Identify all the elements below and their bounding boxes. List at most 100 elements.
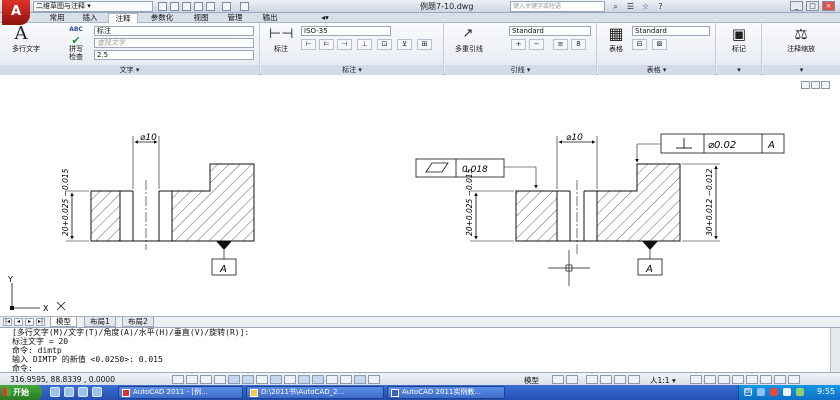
application-menu-button[interactable]: A <box>2 0 30 25</box>
left-part-view[interactable] <box>66 136 255 276</box>
multileader-label[interactable]: 多重引线 <box>445 45 493 53</box>
command-scrollbar[interactable] <box>830 328 840 373</box>
viewport-restore-button[interactable] <box>811 81 820 89</box>
polar-tracking-toggle[interactable] <box>228 375 240 384</box>
quicklaunch-explorer-icon[interactable] <box>64 387 74 397</box>
tolerance-icon[interactable]: ⊞ <box>417 39 432 50</box>
annotation-scale-icon[interactable]: ⚖ <box>787 25 815 43</box>
dynamic-ucs-toggle[interactable] <box>284 375 296 384</box>
annotation-scale-label[interactable]: 注释缩放 <box>765 45 837 53</box>
favorites-icon[interactable]: ☆ <box>640 1 651 12</box>
collect-leader-icon[interactable]: 8 <box>571 39 586 50</box>
volume-icon[interactable] <box>783 388 791 396</box>
tab-insert[interactable]: 插入 <box>75 13 105 23</box>
ribbon-minimize-icon[interactable]: ◂▾ <box>316 13 334 23</box>
dim-style-select[interactable]: ISO-35 <box>301 26 391 36</box>
tab-layout2[interactable]: 布局2 <box>122 317 154 327</box>
quick-view-layouts-icon[interactable] <box>552 375 564 384</box>
extract-data-icon[interactable]: ⊟ <box>632 39 647 50</box>
maximize-button[interactable]: □ <box>806 1 819 11</box>
tab-home[interactable]: 常用 <box>42 13 72 23</box>
table-icon[interactable]: ▦ <box>604 25 628 43</box>
dynamic-input-toggle[interactable] <box>298 375 310 384</box>
quick-dim-icon[interactable]: ⊢ <box>301 39 316 50</box>
update-icon[interactable] <box>796 388 804 396</box>
object-snap-tracking-toggle[interactable] <box>270 375 282 384</box>
find-text-input[interactable]: 查找文字 <box>94 38 254 48</box>
taskbar-folder-window[interactable]: D:\2011书\AutoCAD_2... <box>246 386 384 399</box>
tab-output[interactable]: 输出 <box>255 13 285 23</box>
text-height-select[interactable]: 2.5 <box>94 50 254 60</box>
drawing-canvas[interactable]: ⌀10 20+0.025 −0.015 A 0.018 ⌀0.02 A ⌀10 … <box>0 76 840 316</box>
annotation-visibility-icon[interactable] <box>690 375 702 384</box>
viewport-minimize-button[interactable] <box>801 81 810 89</box>
annotation-monitor-toggle[interactable] <box>368 375 380 384</box>
dimension-icon[interactable]: ⊢⊣ <box>269 25 293 43</box>
mtext-label[interactable]: 多行文字 <box>2 45 50 53</box>
lineweight-toggle[interactable] <box>312 375 324 384</box>
align-leader-icon[interactable]: ≡ <box>553 39 568 50</box>
workspace-dropdown[interactable]: 二维草图与注释 ▾ <box>33 1 153 12</box>
language-indicator[interactable]: EN <box>744 388 752 396</box>
auto-scale-icon[interactable] <box>704 375 716 384</box>
close-button[interactable]: × <box>822 1 835 11</box>
save-icon[interactable] <box>182 2 191 11</box>
remove-leader-icon[interactable]: − <box>529 39 544 50</box>
quicklaunch-media-icon[interactable] <box>78 387 88 397</box>
communication-center-icon[interactable]: ☰ <box>625 1 636 12</box>
snap-mode-toggle[interactable] <box>186 375 198 384</box>
antivirus-icon[interactable] <box>770 388 778 396</box>
leader-panel-title[interactable]: 引线 ▾ <box>445 65 596 75</box>
quick-view-drawings-icon[interactable] <box>566 375 578 384</box>
new-file-icon[interactable] <box>158 2 167 11</box>
redo-icon[interactable] <box>240 2 249 11</box>
status-menu-icon[interactable] <box>774 375 786 384</box>
inspect-icon[interactable]: ⊡ <box>377 39 392 50</box>
quicklaunch-browser-icon[interactable] <box>50 387 60 397</box>
multileader-icon[interactable]: ↗ <box>457 25 479 43</box>
jog-line-icon[interactable]: ⊻ <box>397 39 412 50</box>
next-layout-button[interactable]: ▸ <box>25 318 34 326</box>
table-panel-title[interactable]: 表格 ▾ <box>598 65 715 75</box>
showmotion-icon[interactable] <box>628 375 640 384</box>
tab-annotate[interactable]: 注释 <box>108 13 138 23</box>
coordinate-readout[interactable]: 316.9595, 88.8339 , 0.0000 <box>10 375 115 384</box>
table-style-select[interactable]: Standard <box>632 26 710 36</box>
taskbar-autocad-window[interactable]: AutoCAD 2011 - [例... <box>118 386 243 399</box>
clock[interactable]: 9:55 <box>817 387 835 396</box>
clean-screen-icon[interactable] <box>788 375 800 384</box>
help-icon[interactable]: ? <box>655 1 666 12</box>
dimension-label[interactable]: 标注 <box>265 45 297 53</box>
network-icon[interactable] <box>757 388 765 396</box>
infer-constraints-toggle[interactable] <box>172 375 184 384</box>
pan-icon[interactable] <box>586 375 598 384</box>
ortho-mode-toggle[interactable] <box>214 375 226 384</box>
open-file-icon[interactable] <box>170 2 179 11</box>
steering-wheel-icon[interactable] <box>614 375 626 384</box>
quick-properties-toggle[interactable] <box>340 375 352 384</box>
toolbar-lock-icon[interactable] <box>732 375 744 384</box>
search-icon[interactable]: ⌕ <box>610 1 621 12</box>
save-as-icon[interactable] <box>194 2 203 11</box>
text-panel-title[interactable]: 文字 ▾ <box>0 65 259 75</box>
transparency-toggle[interactable] <box>326 375 338 384</box>
table-label[interactable]: 表格 <box>600 45 632 53</box>
text-style-select[interactable]: 标注 <box>94 26 254 36</box>
tab-layout1[interactable]: 布局1 <box>84 317 116 327</box>
adjust-space-icon[interactable]: ⊥ <box>357 39 372 50</box>
spell-check-label[interactable]: 拼写 检查 <box>62 45 90 61</box>
quicklaunch-app-icon[interactable] <box>92 387 102 397</box>
markup-panel-expander[interactable]: ▾ <box>717 65 761 75</box>
3d-osnap-toggle[interactable] <box>256 375 268 384</box>
minimize-button[interactable]: _ <box>790 1 803 11</box>
flatness-tolerance-frame[interactable] <box>415 158 505 178</box>
annotation-scaling-expander[interactable]: ▾ <box>763 65 840 75</box>
help-search-input[interactable]: 键入关键字或短语 <box>510 1 605 12</box>
isolate-objects-icon[interactable] <box>760 375 772 384</box>
tab-view[interactable]: 视图 <box>186 13 216 23</box>
add-leader-icon[interactable]: + <box>511 39 526 50</box>
dimension-panel-title[interactable]: 标注 ▾ <box>261 65 443 75</box>
last-layout-button[interactable]: ▸| <box>36 318 45 326</box>
hardware-accel-icon[interactable] <box>746 375 758 384</box>
dim-break-icon[interactable]: ⊣ <box>337 39 352 50</box>
